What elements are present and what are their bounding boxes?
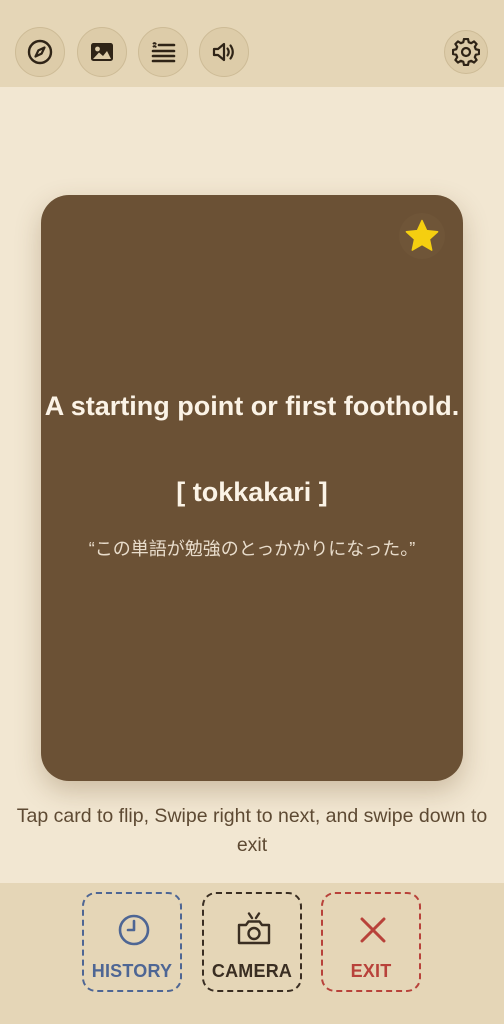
close-icon <box>360 917 386 943</box>
exit-button[interactable]: EXIT <box>321 892 421 992</box>
top-toolbar <box>0 0 504 87</box>
exit-label: EXIT <box>350 961 392 981</box>
instruction-hint: Tap card to flip, Swipe right to next, a… <box>16 805 488 856</box>
clock-icon <box>118 914 150 946</box>
bottom-action-bar: HISTORY CAMERA EXIT <box>0 883 504 1024</box>
camera-icon <box>237 912 271 945</box>
subtitles-button[interactable] <box>138 27 188 77</box>
image-icon <box>91 43 113 61</box>
history-button[interactable]: HISTORY <box>82 892 182 992</box>
favorite-button[interactable] <box>399 213 445 259</box>
compass-icon <box>27 39 53 65</box>
card-meaning: A starting point or first foothold. <box>44 391 460 421</box>
camera-button[interactable]: CAMERA <box>202 892 302 992</box>
image-button[interactable] <box>77 27 127 77</box>
history-label: HISTORY <box>91 961 173 981</box>
subtitles-icon <box>151 42 176 63</box>
star-icon <box>405 219 439 251</box>
settings-button[interactable] <box>444 30 488 74</box>
speaker-button[interactable] <box>199 27 249 77</box>
card-reading: [ tokkakari ] <box>176 477 328 507</box>
speaker-icon <box>212 42 234 62</box>
camera-label: CAMERA <box>211 961 293 981</box>
gear-icon <box>452 38 480 66</box>
compass-button[interactable] <box>15 27 65 77</box>
card-example-sentence: “この単語が勉強のとっかかりになった。” <box>88 539 416 559</box>
